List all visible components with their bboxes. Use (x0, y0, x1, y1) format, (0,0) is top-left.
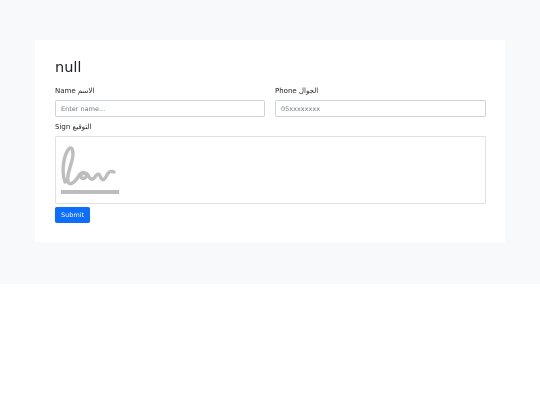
name-input[interactable] (55, 100, 265, 117)
sign-label: Sign التوقيع (55, 123, 92, 131)
signature-pad[interactable] (55, 136, 486, 204)
signature-icon (61, 146, 119, 194)
phone-label: Phone الجوال (275, 87, 319, 95)
phone-input[interactable] (275, 100, 486, 117)
form-card: null Name الاسم Phone الجوال Sign التوقي… (35, 40, 505, 242)
submit-button[interactable]: Submit (55, 207, 90, 223)
form-title: null (55, 60, 82, 76)
name-label: Name الاسم (55, 87, 95, 95)
